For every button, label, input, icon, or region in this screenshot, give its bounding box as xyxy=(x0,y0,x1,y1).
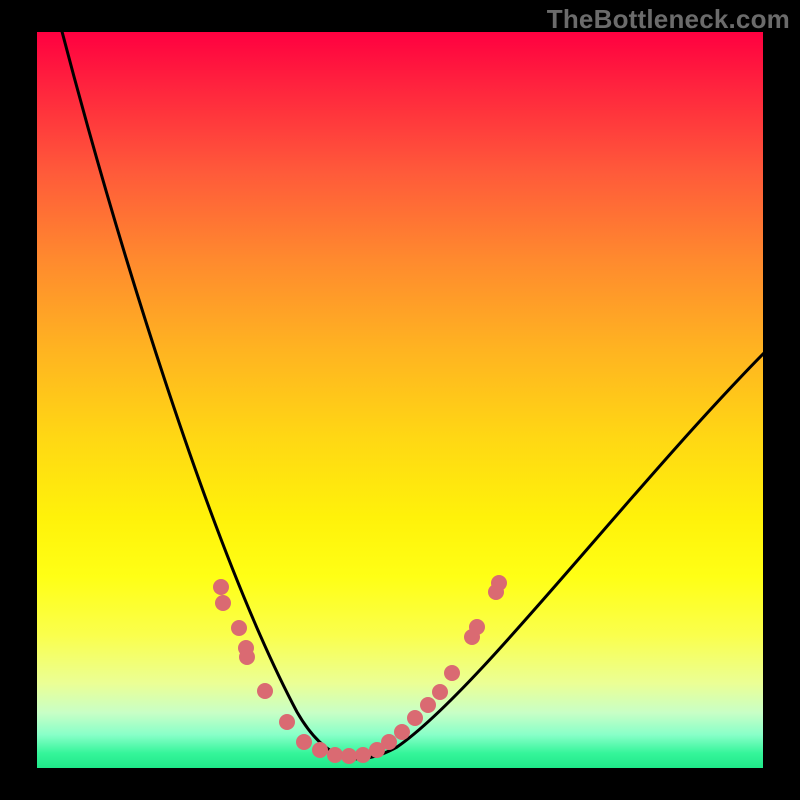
data-marker xyxy=(231,620,247,636)
data-marker xyxy=(257,683,273,699)
data-marker xyxy=(407,710,423,726)
data-marker xyxy=(432,684,448,700)
marker-group xyxy=(213,575,507,764)
data-marker xyxy=(279,714,295,730)
data-marker xyxy=(213,579,229,595)
data-marker xyxy=(444,665,460,681)
data-marker xyxy=(469,619,485,635)
bottleneck-curve xyxy=(60,24,765,759)
data-marker xyxy=(491,575,507,591)
data-marker xyxy=(420,697,436,713)
data-marker xyxy=(341,748,357,764)
data-marker xyxy=(312,742,328,758)
data-marker xyxy=(296,734,312,750)
data-marker xyxy=(327,747,343,763)
chart-stage: TheBottleneck.com xyxy=(0,0,800,800)
data-marker xyxy=(381,734,397,750)
data-marker xyxy=(215,595,231,611)
chart-svg xyxy=(37,32,763,768)
plot-area xyxy=(37,32,763,768)
data-marker xyxy=(355,747,371,763)
data-marker xyxy=(239,649,255,665)
data-marker xyxy=(394,724,410,740)
watermark-text: TheBottleneck.com xyxy=(547,4,790,35)
